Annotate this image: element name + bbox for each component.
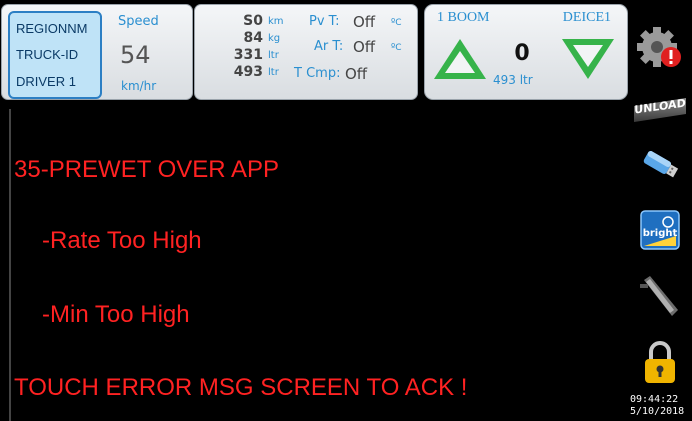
boom-volume: 493 ltr <box>493 73 533 87</box>
lock-icon <box>645 341 675 383</box>
temp-label: T Cmp: <box>294 66 341 81</box>
speed-label: Speed <box>118 14 159 29</box>
rate-value: 84 <box>243 30 263 46</box>
temp-value: Off <box>353 13 376 31</box>
rate-unit: ltr <box>268 67 279 78</box>
lock-button[interactable] <box>632 336 688 388</box>
brightness-button[interactable]: bright <box>632 204 688 256</box>
vehicle-id-box[interactable]: REGIONNM TRUCK-ID DRIVER 1 <box>8 11 102 99</box>
unload-icon: UNLOAD <box>634 96 686 122</box>
plow-button[interactable] <box>632 270 688 322</box>
boom-down-arrow-icon[interactable] <box>559 35 617 83</box>
deice-label: DEICE1 <box>562 10 611 25</box>
driver-label: DRIVER 1 <box>16 74 76 89</box>
speed-value: 54 <box>120 41 151 69</box>
temp-value: Off <box>345 65 368 83</box>
rate-unit: ltr <box>268 50 279 61</box>
temp-value: Off <box>353 38 376 56</box>
boom-panel: 1 BOOM DEICE1 0 493 ltr <box>424 4 628 100</box>
error-detail: -Min Too High <box>42 301 190 328</box>
rate-unit: kg <box>268 33 281 44</box>
app-screen: REGIONNM TRUCK-ID DRIVER 1 Speed 54 km/h… <box>0 0 692 421</box>
error-detail: -Rate Too High <box>42 227 202 254</box>
region-label: REGIONNM <box>16 21 88 36</box>
clock-time: 09:44:22 <box>630 394 679 405</box>
error-title: 35-PREWET OVER APP <box>14 156 279 183</box>
usb-drive-icon <box>643 151 679 178</box>
boom-label: 1 BOOM <box>437 10 490 25</box>
rate-unit: km <box>268 16 284 27</box>
truck-id-label: TRUCK-ID <box>16 47 79 62</box>
bright-label: bright <box>643 228 678 239</box>
unload-button[interactable]: UNLOAD <box>632 78 688 130</box>
gear-alert-icon <box>637 27 681 67</box>
ack-instruction: TOUCH ERROR MSG SCREEN TO ACK ! <box>14 374 468 401</box>
temp-label: Pv T: <box>309 14 340 29</box>
rate-value: S0 <box>243 13 263 29</box>
temp-label: Ar T: <box>314 39 344 54</box>
temp-unit: ºC <box>391 43 402 53</box>
rate-value: 493 <box>233 64 263 80</box>
error-message-screen[interactable]: 35-PREWET OVER APP -Rate Too High -Min T… <box>9 109 628 421</box>
plow-blade-icon <box>640 276 678 316</box>
clock-date: 5/10/2018 <box>630 406 685 417</box>
brightness-icon: bright <box>640 210 680 250</box>
rate-value: 331 <box>233 47 263 63</box>
status-bar: REGIONNM TRUCK-ID DRIVER 1 Speed 54 km/h… <box>0 0 628 108</box>
boom-count: 0 <box>514 41 530 66</box>
boom-up-arrow-icon[interactable] <box>431 35 489 83</box>
settings-button[interactable] <box>632 22 688 74</box>
application-rate-panel: S0 km 84 kg 331 ltr 493 ltr Pv T: Off ºC… <box>194 4 418 100</box>
speed-unit: km/hr <box>121 79 157 93</box>
sidebar: UNLOAD bright <box>628 0 692 421</box>
temp-unit: ºC <box>391 18 402 28</box>
usb-button[interactable] <box>632 138 688 190</box>
clock: 09:44:22 5/10/2018 <box>630 394 684 418</box>
vehicle-speed-panel: REGIONNM TRUCK-ID DRIVER 1 Speed 54 km/h… <box>1 4 193 100</box>
